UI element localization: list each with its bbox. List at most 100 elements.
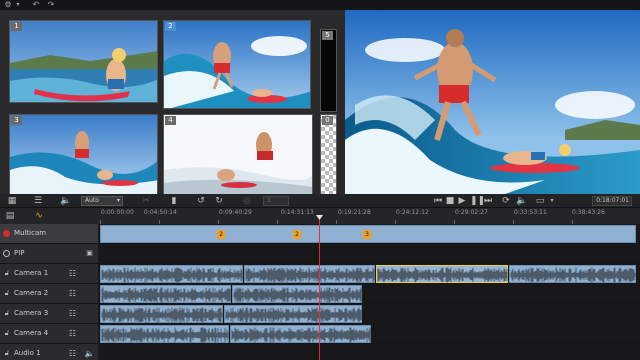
undo-icon[interactable]: ↶ xyxy=(31,0,41,10)
camera-switch-marker[interactable]: 2 xyxy=(217,230,225,239)
audio-clip[interactable] xyxy=(100,325,229,343)
camera-cell-2[interactable]: 2 xyxy=(163,20,311,109)
lock-icon[interactable]: 🔓︎ xyxy=(3,289,11,297)
volume-icon[interactable]: 🔈 xyxy=(60,195,72,207)
pause-icon[interactable]: ❚❚ xyxy=(470,195,485,207)
track-label: Camera 1 xyxy=(14,269,49,277)
camera-1-thumbnail xyxy=(10,21,157,102)
track-options-icon[interactable]: ☷ xyxy=(67,348,78,359)
track-label: PIP xyxy=(14,249,25,257)
audio-clip[interactable] xyxy=(244,265,375,283)
camera-switch-marker[interactable]: 3 xyxy=(363,230,371,239)
preview-window[interactable] xyxy=(345,10,640,194)
track-lane[interactable] xyxy=(98,324,640,343)
playhead-handle[interactable] xyxy=(316,215,323,220)
stop-icon[interactable]: ■ xyxy=(445,195,455,207)
waveform xyxy=(233,287,362,303)
multicam-clip[interactable]: 2 2 3 xyxy=(100,225,636,243)
camera-4-thumbnail xyxy=(164,115,312,195)
track-lane[interactable] xyxy=(98,244,640,263)
track-header[interactable]: Multicam xyxy=(0,224,98,243)
lock-icon[interactable]: 🔓︎ xyxy=(3,329,11,337)
track-header[interactable]: 🔓︎ Camera 1 ☷ xyxy=(0,264,98,283)
audio-clip[interactable] xyxy=(100,265,243,283)
list-layout-icon[interactable]: ☰ xyxy=(32,195,44,207)
play-icon[interactable]: ▶ xyxy=(457,195,467,207)
camera-cell-5[interactable]: 5 xyxy=(320,29,337,112)
track-options-icon[interactable]: ☷ xyxy=(67,308,78,319)
audio-clip[interactable] xyxy=(224,305,362,323)
lock-icon[interactable]: 🔓︎ xyxy=(3,309,11,317)
timeline-ruler[interactable]: 0:00:00:00 0:04:50:14 0:09:40:29 0:14:31… xyxy=(100,208,640,224)
track-lane[interactable]: 2 2 3 xyxy=(98,224,640,243)
track-pip: PIP ▣ xyxy=(0,244,640,264)
waveform xyxy=(101,327,229,343)
lock-icon[interactable]: 🔓︎ xyxy=(3,349,11,357)
snapshot-icon[interactable]: ◎ xyxy=(241,195,253,207)
grid-layout-icon[interactable]: ▦ xyxy=(6,195,18,207)
audio-wave-icon[interactable]: ∿ xyxy=(33,210,45,222)
record-icon[interactable] xyxy=(3,230,10,237)
waveform xyxy=(101,287,231,303)
pip-designer-icon[interactable]: ▣ xyxy=(84,248,95,259)
previous-frame-icon[interactable]: ⏮ xyxy=(433,195,443,207)
audio-clip[interactable] xyxy=(509,265,636,283)
camera-cell-3[interactable]: 3 xyxy=(9,114,158,196)
multicam-source-panel: 1 2 5 3 4 0 xyxy=(0,10,345,196)
layout-select[interactable]: Auto ▾ xyxy=(81,196,123,206)
ruler-label: 0:19:21:28 xyxy=(338,209,371,216)
pip-icon[interactable] xyxy=(3,250,10,257)
audio-clip[interactable] xyxy=(100,285,231,303)
track-header[interactable]: 🔓︎ Camera 3 ☷ xyxy=(0,304,98,323)
track-lane[interactable] xyxy=(98,264,640,283)
marker-icon[interactable]: ▮ xyxy=(169,195,179,207)
display-mode-icon[interactable]: ▭ xyxy=(534,195,546,207)
camera-switch-marker[interactable]: 2 xyxy=(293,230,301,239)
ruler-label: 0:33:53:11 xyxy=(514,209,547,216)
track-lane[interactable] xyxy=(98,284,640,303)
chevron-down-icon: ▾ xyxy=(116,197,120,204)
audio-clip[interactable] xyxy=(100,305,223,323)
audio-clip[interactable] xyxy=(230,325,371,343)
next-frame-icon[interactable]: ⏭ xyxy=(483,195,493,207)
ruler-label: 0:00:00:00 xyxy=(101,209,134,216)
track-lane[interactable] xyxy=(98,304,640,323)
audio-clip[interactable] xyxy=(232,285,362,303)
camera-stepper[interactable]: 1 xyxy=(263,196,289,206)
track-header[interactable]: 🔓︎ Camera 4 ☷ xyxy=(0,324,98,343)
track-header[interactable]: PIP ▣ xyxy=(0,244,98,263)
scissors-icon[interactable]: ✂ xyxy=(141,195,151,207)
volume-icon[interactable]: 🔈 xyxy=(516,195,527,207)
track-camera-3: 🔓︎ Camera 3 ☷ xyxy=(0,304,640,324)
rotate-left-icon[interactable]: ↺ xyxy=(196,195,206,207)
track-options-icon[interactable]: ☷ xyxy=(67,288,78,299)
camera-cell-1[interactable]: 1 xyxy=(9,20,158,103)
track-header[interactable]: 🔓︎ Camera 2 ☷ xyxy=(0,284,98,303)
track-label: Camera 3 xyxy=(14,309,49,317)
playhead[interactable] xyxy=(319,215,320,360)
track-label: Camera 2 xyxy=(14,289,49,297)
speaker-icon[interactable]: 🔈 xyxy=(84,348,95,359)
redo-icon[interactable]: ↷ xyxy=(46,0,56,10)
camera-cell-4[interactable]: 4 xyxy=(163,114,313,196)
selected-audio-clip[interactable] xyxy=(376,265,508,283)
track-camera-4: 🔓︎ Camera 4 ☷ xyxy=(0,324,640,344)
track-multicam: Multicam 2 2 3 xyxy=(0,224,640,244)
camera-cell-number: 2 xyxy=(165,22,176,31)
multicam-editor-window: ⚙ ▾ ↶ ↷ 1 2 5 3 4 0 ▦ ☰ 🔈 Auto ▾ ✂ ▮ ↺ ↻… xyxy=(0,0,640,360)
lock-icon[interactable]: 🔓︎ xyxy=(3,269,11,277)
loop-icon[interactable]: ⟳ xyxy=(501,195,511,207)
track-camera-2: 🔓︎ Camera 2 ☷ xyxy=(0,284,640,304)
camera-cell-0[interactable]: 0 xyxy=(320,114,337,196)
gear-icon[interactable]: ⚙ xyxy=(3,0,13,10)
chevron-down-icon[interactable]: ▾ xyxy=(548,195,556,207)
track-manager-icon[interactable]: ▤ xyxy=(5,210,15,222)
track-options-icon[interactable]: ☷ xyxy=(67,328,78,339)
camera-cell-number: 3 xyxy=(11,116,22,125)
timecode-display[interactable]: 0:18:07:01 xyxy=(592,196,632,206)
track-header[interactable]: 🔓︎ Audio 1 ☷ 🔈 xyxy=(0,344,98,360)
rotate-right-icon[interactable]: ↻ xyxy=(214,195,224,207)
chevron-down-icon[interactable]: ▾ xyxy=(13,0,23,10)
track-lane[interactable] xyxy=(98,344,640,360)
track-options-icon[interactable]: ☷ xyxy=(67,268,78,279)
